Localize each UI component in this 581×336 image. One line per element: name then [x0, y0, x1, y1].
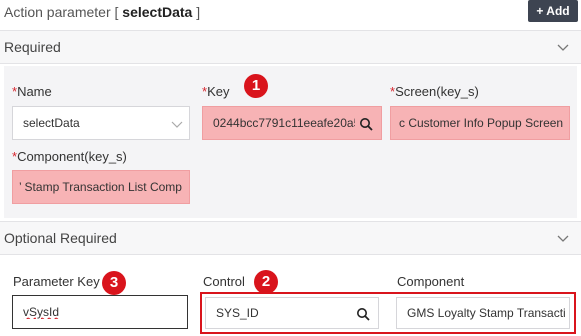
optional-section-title: Optional Required [4, 230, 117, 246]
key-label: *Key [202, 84, 230, 99]
title-suffix: ] [192, 4, 201, 20]
annotation-badge-2: 2 [254, 270, 278, 294]
name-select-value: selectData [23, 116, 80, 130]
optional-component-label: Component [397, 274, 465, 289]
chevron-down-icon [557, 44, 569, 51]
key-value: 0244bcc7791c11eeafe20a5 [213, 116, 355, 130]
chevron-down-icon [171, 121, 183, 128]
parameter-key-label: Parameter Key [13, 274, 100, 289]
control-lookup-field[interactable]: SYS_ID [205, 297, 379, 329]
optional-component-value: GMS Loyalty Stamp Transacti [407, 306, 566, 320]
key-lookup-field[interactable]: 0244bcc7791c11eeafe20a5 [202, 106, 382, 140]
required-section-title: Required [4, 39, 61, 55]
chevron-down-icon [557, 235, 569, 242]
panel-header: Action parameter [ selectData ] + Add [0, 0, 581, 28]
page-title: Action parameter [ selectData ] [4, 4, 200, 20]
control-label: Control [203, 274, 245, 289]
parameter-key-input[interactable]: vSysId [12, 295, 188, 329]
optional-component-field[interactable]: GMS Loyalty Stamp Transacti [396, 297, 570, 329]
name-select[interactable]: selectData [12, 106, 190, 140]
component-field[interactable]: ’ Stamp Transaction List Comp [12, 170, 190, 204]
add-button-label: Add [546, 4, 570, 18]
search-icon[interactable] [356, 307, 370, 321]
required-section-header[interactable]: Required [0, 30, 581, 64]
plus-icon: + [536, 4, 544, 18]
screen-field[interactable]: c Customer Info Popup Screen [390, 106, 570, 140]
title-prefix: Action parameter [ [4, 4, 123, 20]
optional-mapping-row: Parameter Key 3 vSysId Control 2 SYS_ID … [4, 262, 577, 336]
search-icon[interactable] [359, 117, 373, 131]
annotation-badge-3: 3 [102, 271, 126, 295]
screen-label: *Screen(key_s) [390, 84, 479, 99]
component-label: *Component(key_s) [12, 149, 127, 164]
name-label: *Name [12, 84, 52, 99]
optional-section-header[interactable]: Optional Required [0, 221, 581, 255]
parameter-key-value: vSysId [23, 305, 60, 319]
screen-value: c Customer Info Popup Screen [399, 116, 564, 130]
control-value: SYS_ID [216, 306, 259, 320]
title-name: selectData [122, 4, 193, 20]
annotation-badge-1: 1 [244, 74, 268, 98]
required-panel: *Name selectData *Key 1 0244bcc7791c11ee… [4, 66, 577, 218]
component-value: ’ Stamp Transaction List Comp [19, 180, 182, 194]
add-button[interactable]: + Add [528, 0, 578, 22]
